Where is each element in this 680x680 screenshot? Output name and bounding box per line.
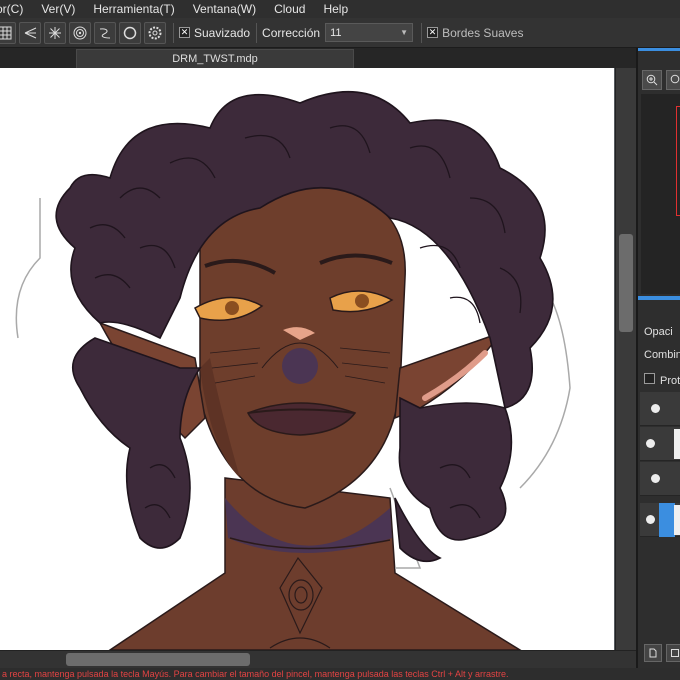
chevron-down-icon: ▼ (400, 28, 409, 37)
blend-mode-label: Combina (644, 349, 680, 361)
menu-color[interactable]: or(C) (0, 0, 33, 18)
bordes-suaves-checkbox[interactable]: ✕ (427, 27, 439, 38)
grid-icon[interactable] (0, 21, 16, 44)
eye-icon[interactable] (646, 439, 655, 448)
ruler-curve-icon[interactable] (94, 21, 116, 44)
panel-divider[interactable] (638, 296, 680, 300)
navigator-preview[interactable] (641, 94, 680, 294)
artwork (15, 91, 571, 650)
new-layer-icon[interactable] (644, 644, 662, 662)
bordes-suaves-label: Bordes Suaves (442, 25, 524, 40)
suavizado-checkbox[interactable]: ✕ (179, 27, 190, 38)
toolbar-separator (256, 22, 258, 43)
layer-row[interactable] (640, 462, 680, 496)
menu-tool[interactable]: Herramienta(T) (85, 0, 184, 18)
document-tab-bar: DRM_TWST.mdp (0, 48, 636, 68)
status-bar: a recta, mantenga pulsada la tecla Mayús… (0, 668, 680, 680)
layer-thumbnail (674, 429, 680, 459)
menu-window[interactable]: Ventana(W) (185, 0, 266, 18)
suavizado-label: Suavizado (194, 25, 251, 40)
document-tab[interactable]: DRM_TWST.mdp (76, 49, 354, 68)
navigator-viewport-frame[interactable] (676, 106, 680, 216)
horizontal-scrollbar[interactable] (0, 650, 636, 668)
protect-alpha-label: Prot (660, 375, 680, 387)
opacity-label: Opaci (644, 326, 673, 338)
layer-row[interactable] (640, 392, 680, 426)
canvas-area[interactable] (0, 68, 636, 650)
zoom-out-icon[interactable] (666, 70, 680, 90)
panel-accent-line (638, 48, 680, 51)
menu-view[interactable]: Ver(V) (33, 0, 85, 18)
protect-alpha-checkbox[interactable] (644, 373, 655, 384)
layer-row[interactable] (640, 427, 680, 461)
toolbar-separator (421, 22, 423, 43)
horizontal-scroll-thumb[interactable] (66, 653, 250, 666)
layer-row-selected[interactable] (640, 503, 680, 537)
tool-options-bar: ✕ Suavizado Corrección 11 ▼ ✕ Bordes Sua… (0, 18, 680, 48)
eye-icon[interactable] (646, 515, 655, 524)
vertical-scroll-thumb[interactable] (619, 234, 633, 332)
settings-icon[interactable] (144, 21, 166, 44)
ruler-concentric-icon[interactable] (69, 21, 91, 44)
zoom-in-icon[interactable] (642, 70, 662, 90)
menu-bar: or(C) Ver(V) Herramienta(T) Ventana(W) C… (0, 0, 680, 18)
correccion-value: 11 (330, 26, 342, 39)
toolbar-separator (173, 22, 174, 43)
ruler-radial-icon[interactable] (44, 21, 66, 44)
protect-alpha-row[interactable]: Prot (644, 373, 680, 387)
eye-icon[interactable] (651, 474, 660, 483)
layer-selection-highlight (659, 503, 675, 537)
layer-menu-icon[interactable] (666, 644, 680, 662)
ruler-circle-icon[interactable] (119, 21, 141, 44)
vertical-scrollbar[interactable] (615, 68, 636, 650)
layer-thumbnail (674, 505, 680, 535)
eye-icon[interactable] (651, 404, 660, 413)
menu-help[interactable]: Help (315, 0, 358, 18)
right-panel: Opaci Combina Prot (636, 48, 680, 668)
menu-cloud[interactable]: Cloud (266, 0, 315, 18)
ruler-perspective-icon[interactable] (19, 21, 41, 44)
drawing-canvas[interactable] (0, 68, 614, 650)
correccion-select[interactable]: 11 ▼ (325, 23, 414, 42)
correccion-label: Corrección (262, 25, 321, 40)
